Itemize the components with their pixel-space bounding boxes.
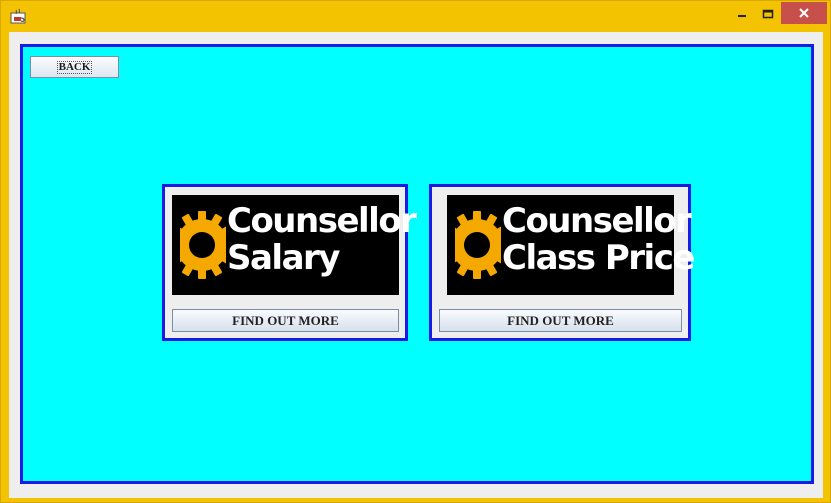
counsellor-salary-banner: Counsellor Salary: [172, 195, 417, 295]
gear-icon: [455, 211, 501, 279]
maximize-icon: [762, 9, 774, 19]
java-coffee-cup-icon: [10, 8, 26, 24]
find-out-more-class-price-button[interactable]: FIND OUT MORE: [439, 309, 682, 332]
main-panel: BACK Counsellor Salary FIND OUT MORE Cou…: [20, 44, 814, 484]
minimize-icon: [738, 15, 746, 17]
maximize-button[interactable]: [755, 2, 781, 26]
banner-line-1: Counsellor: [227, 201, 417, 241]
find-out-more-salary-button[interactable]: FIND OUT MORE: [172, 309, 399, 332]
close-button[interactable]: [781, 2, 827, 24]
counsellor-class-price-banner: Counsellor Class Price: [447, 195, 695, 295]
counsellor-class-price-card: Counsellor Class Price FIND OUT MORE: [429, 184, 695, 341]
counsellor-salary-title: Counsellor Salary: [227, 201, 417, 278]
back-button[interactable]: BACK: [30, 56, 119, 78]
close-icon: [799, 8, 809, 18]
gear-icon: [180, 211, 226, 279]
app-window: BACK Counsellor Salary FIND OUT MORE Cou…: [0, 0, 831, 503]
minimize-button[interactable]: [729, 2, 755, 26]
banner-line-1: Counsellor: [502, 201, 692, 241]
banner-line-2: Class Price: [502, 238, 695, 278]
title-bar[interactable]: [1, 1, 830, 31]
banner-line-2: Salary: [227, 238, 340, 278]
back-button-label: BACK: [56, 60, 93, 74]
counsellor-class-price-title: Counsellor Class Price: [502, 201, 695, 278]
window-content: BACK Counsellor Salary FIND OUT MORE Cou…: [9, 32, 823, 498]
counsellor-salary-card: Counsellor Salary FIND OUT MORE: [162, 184, 417, 341]
